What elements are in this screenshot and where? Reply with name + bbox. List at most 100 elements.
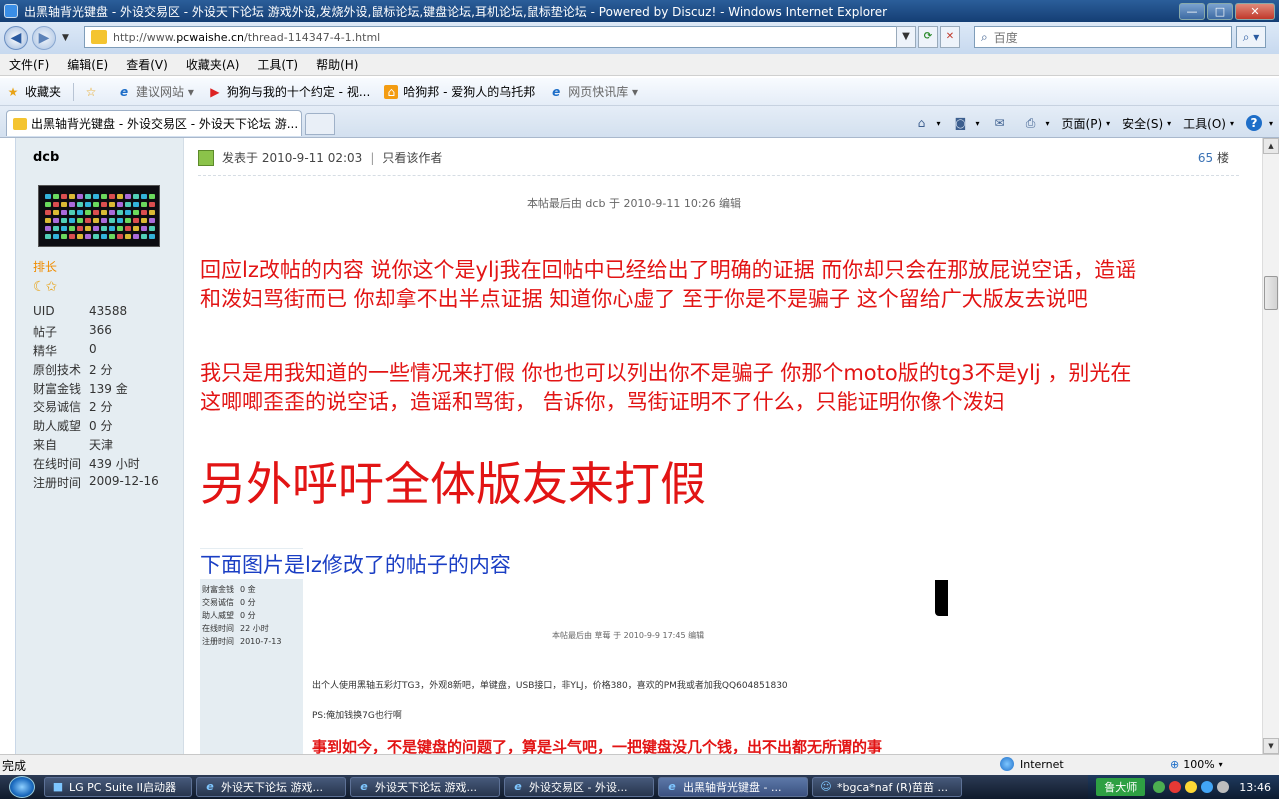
keyboard-key [61,234,67,239]
post-paragraph-1: 回应lz改帖的内容 说你这个是ylj我在回帖中已经给出了明确的证据 而你却只会在… [200,258,1137,311]
menu-file[interactable]: 文件(F) [0,56,58,73]
search-input[interactable]: ⌕ 百度 [974,26,1232,48]
menu-view[interactable]: 查看(V) [117,56,177,73]
keyboard-key [69,234,75,239]
tray-network-icon[interactable] [1201,781,1214,793]
tray-app-icon[interactable] [1169,781,1182,793]
forward-button[interactable]: ▶ [32,26,56,50]
add-favorite-button[interactable]: ☆ [84,85,103,99]
taskbar-item-ie-active[interactable]: e 出黑轴背光键盘 - ... [658,777,808,797]
stat-row: 注册时间 2009-12-16 [33,474,159,493]
keyboard-key [133,226,139,231]
stat-label: 原创技术 [33,362,82,377]
security-zone[interactable]: Internet [1000,757,1064,771]
window-controls: — □ ✕ [1179,2,1275,20]
taskbar-item-ie-2[interactable]: e 外设天下论坛 游戏... [350,777,500,797]
favorite-link-dogs[interactable]: ▶ 狗狗与我的十个约定 - 视... [208,83,370,100]
suggested-sites-link[interactable]: e 建议网站 ▾ [117,83,194,100]
tray-volume-icon[interactable] [1217,781,1230,793]
menu-tools[interactable]: 工具(T) [248,56,307,73]
tab-current[interactable]: 出黑轴背光键盘 - 外设交易区 - 外设天下论坛 游... [6,110,302,136]
keyboard-key [77,234,83,239]
web-slice-gallery-link[interactable]: e 网页快讯库 ▾ [549,83,638,100]
mail-icon: ✉ [994,116,1005,130]
close-button[interactable]: ✕ [1235,2,1275,20]
search-button[interactable]: ⌕ ▾ [1236,26,1266,48]
author-stats: UID 43588 帖子 366 精华 0 原创技术 2 分 财富金钱 139 金 交易诚… [33,304,159,493]
safety-menu[interactable]: 安全(S) ▾ [1122,115,1171,132]
menu-help[interactable]: 帮助(H) [307,56,367,73]
page-menu[interactable]: 页面(P) ▾ [1062,115,1111,132]
rank-icon: ☾✩ [33,279,58,295]
stat-row: 帖子 366 [33,323,159,342]
cursor-icon [935,580,948,616]
refresh-icon[interactable]: ⟳ [918,26,938,48]
start-button[interactable] [0,775,44,799]
keyboard-key [53,194,59,199]
avatar[interactable] [38,185,160,247]
taskbar-item-ie-3[interactable]: e 外设交易区 - 外设... [504,777,654,797]
status-text: 完成 [2,758,27,773]
stop-icon[interactable]: ✕ [940,26,960,48]
ie-icon: e [668,780,676,793]
menu-favorites[interactable]: 收藏夹(A) [177,56,249,73]
taskbar-item-chat[interactable]: ☺ *bgca*naf (R)苗苗 ... [812,777,962,797]
help-button[interactable]: ? ▾ [1245,115,1273,131]
only-author-link[interactable]: 只看该作者 [382,149,442,166]
keyboard-key [85,234,91,239]
address-dropdown-icon[interactable]: ▼ [896,26,916,48]
screenshot-text-line: 出个人使用黑轴五彩灯TG3，外观8新吧，单键盘，USB接口，非YLJ，价格380… [312,681,788,691]
stat-label: 助人威望 [202,611,234,620]
zoom-level: 100% [1183,758,1215,771]
scroll-up-icon[interactable]: ▲ [1263,138,1279,154]
keyboard-key [45,226,51,231]
tools-menu[interactable]: 工具(O) ▾ [1183,115,1234,132]
address-input[interactable]: http://www.pcwaishe.cn/thread-114347-4-1… [84,26,914,48]
history-dropdown-icon[interactable]: ▼ [62,33,69,43]
keyboard-key [141,194,147,199]
keyboard-key [133,194,139,199]
taskbar-item-ie-1[interactable]: e 外设天下论坛 游戏... [196,777,346,797]
tray-app-icon[interactable] [1153,781,1166,793]
print-button[interactable]: ⎙ ▾ [1023,115,1050,131]
favorites-button[interactable]: ★ 收藏夹 [6,83,61,100]
vertical-scrollbar[interactable]: ▲ ▼ [1262,138,1279,754]
ie-page-icon: e [119,84,129,99]
zoom-control[interactable]: ⊕ 100% ▾ [1170,758,1223,771]
new-tab-button[interactable] [305,113,335,135]
scroll-thumb[interactable] [1264,276,1278,310]
keyboard-key [77,218,83,223]
keyboard-key [109,234,115,239]
keyboard-key [149,210,155,215]
author-name[interactable]: dcb [33,150,59,165]
taskbar-item-lg-suite[interactable]: ■ LG PC Suite II启动器 [44,777,192,797]
ludashi-button[interactable]: 鲁大师 [1096,778,1146,796]
menu-edit[interactable]: 编辑(E) [58,56,117,73]
home-button[interactable]: ⌂ ▾ [913,115,941,131]
clock[interactable]: 13:46 [1239,781,1271,794]
keyboard-key [77,210,83,215]
zoom-icon: ⊕ [1170,758,1180,771]
keyboard-key [53,226,59,231]
favorite-link-hagoubang[interactable]: ⌂ 哈狗邦 - 爱狗人的乌托邦 [384,83,535,100]
stat-label: 财富金钱 [202,585,234,594]
keyboard-key [45,234,51,239]
keyboard-key [85,218,91,223]
taskbar-label: *bgca*naf (R)苗苗 ... [837,781,949,794]
scroll-down-icon[interactable]: ▼ [1263,738,1279,754]
status-bar: 完成 Internet ⊕ 100% ▾ [0,754,1279,775]
stat-label: 注册时间 [33,476,82,491]
floor-number[interactable]: 65 楼 [1198,149,1229,166]
minimize-button[interactable]: — [1179,2,1205,20]
stat-label: 来自 [33,438,58,453]
ie-page-icon: e [552,84,561,99]
keyboard-key [125,218,131,223]
taskbar: ■ LG PC Suite II启动器 e 外设天下论坛 游戏... e 外设天下论坛… [0,775,1279,799]
back-button[interactable]: ◀ [4,26,28,50]
mail-button[interactable]: ✉ [992,115,1011,131]
maximize-button[interactable]: □ [1207,2,1233,20]
feeds-button[interactable]: ◙ ▾ [953,115,980,131]
tray-app-icon[interactable] [1185,781,1198,793]
post-headline: 另外呼吁全体版友来打假 [200,457,706,511]
edit-note: 本帖最后由 dcb 于 2010-9-11 10:26 编辑 [526,197,742,210]
